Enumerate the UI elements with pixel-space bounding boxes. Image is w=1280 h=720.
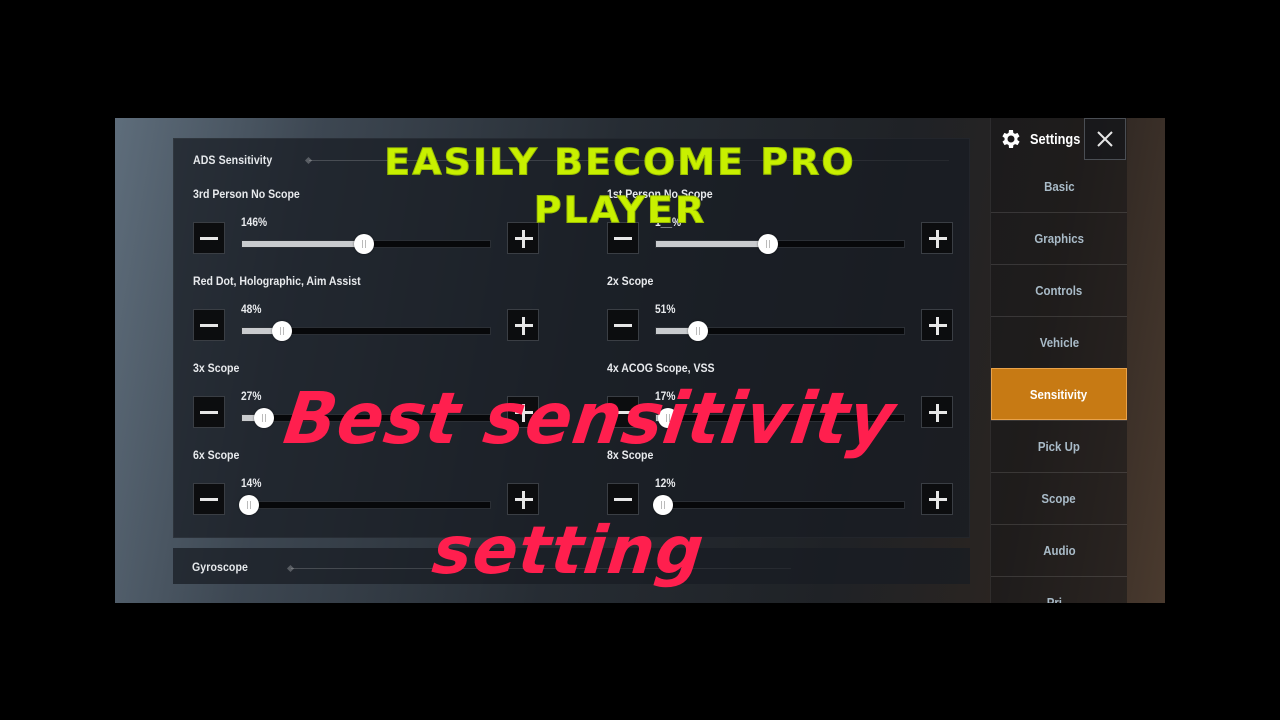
sensitivity-slider[interactable] [241, 321, 491, 341]
minus-icon [200, 410, 218, 414]
sidebar-item-pri[interactable]: Pri... [991, 576, 1127, 603]
sidebar-item-audio[interactable]: Audio [991, 524, 1127, 576]
minus-icon [200, 323, 218, 327]
sensitivity-slider[interactable] [239, 495, 491, 515]
setting-value: 12% [655, 476, 676, 490]
overlay-headline-line1: EASILY BECOME PRO [384, 141, 856, 184]
slider-thumb[interactable] [688, 321, 709, 341]
sidebar-item-basic[interactable]: Basic [991, 160, 1127, 212]
close-icon [1097, 131, 1113, 147]
slider-thumb[interactable] [239, 495, 260, 515]
sidebar-item-label: Scope [1041, 491, 1077, 506]
sidebar-item-label: Graphics [1034, 231, 1084, 246]
settings-sidebar: Settings Basic Graphics Controls Vehicle Sen… [990, 118, 1127, 603]
increase-button[interactable] [507, 309, 539, 341]
sidebar-item-label: Pri... [1046, 595, 1072, 603]
minus-icon [614, 323, 632, 327]
increase-button[interactable] [507, 483, 539, 515]
increase-button[interactable] [921, 483, 953, 515]
settings-title: Settings [1030, 131, 1081, 148]
slider-fill [656, 241, 768, 247]
decrease-button[interactable] [193, 222, 225, 254]
setting-value: 14% [241, 476, 262, 490]
slider-thumb[interactable] [254, 408, 275, 428]
minus-icon [614, 236, 632, 240]
settings-nav: Basic Graphics Controls Vehicle Sensitivity P… [991, 160, 1127, 603]
sidebar-item-sensitivity[interactable]: Sensitivity [991, 368, 1127, 420]
increase-button[interactable] [921, 396, 953, 428]
gear-icon [1002, 130, 1020, 148]
sidebar-item-vehicle[interactable]: Vehicle [991, 316, 1127, 368]
game-settings-screen: ADS Sensitivity 3rd Person No Scope 146% 1… [115, 118, 1165, 603]
slider-thumb[interactable] [757, 234, 778, 254]
section-title-ads: ADS Sensitivity [193, 153, 273, 167]
minus-icon [614, 497, 632, 501]
setting-value: 27% [241, 389, 262, 403]
minus-icon [200, 497, 218, 501]
sidebar-item-label: Audio [1042, 543, 1076, 558]
setting-label: 2x Scope [607, 274, 654, 288]
minus-icon [200, 236, 218, 240]
sidebar-item-label: Controls [1035, 283, 1083, 298]
setting-label: Red Dot, Holographic, Aim Assist [193, 274, 361, 288]
sidebar-item-label: Pick Up [1038, 439, 1080, 454]
setting-label: 3x Scope [193, 361, 240, 375]
setting-value: 48% [241, 302, 262, 316]
decrease-button[interactable] [607, 309, 639, 341]
setting-label: 6x Scope [193, 448, 240, 462]
sensitivity-slider[interactable] [241, 234, 491, 254]
decrease-button[interactable] [193, 483, 225, 515]
slider-fill [242, 241, 364, 247]
sensitivity-slider[interactable] [655, 321, 905, 341]
slider-thumb[interactable] [353, 234, 374, 254]
sensitivity-slider[interactable] [655, 234, 905, 254]
increase-button[interactable] [921, 309, 953, 341]
overlay-caption-line1: Best sensitivity [279, 378, 901, 461]
sidebar-item-controls[interactable]: Controls [991, 264, 1127, 316]
sensitivity-slider[interactable] [653, 495, 905, 515]
setting-value: 51% [655, 302, 676, 316]
sensitivity-setting: Red Dot, Holographic, Aim Assist 48% [193, 274, 543, 354]
sidebar-item-label: Basic [1043, 178, 1075, 194]
close-button[interactable] [1084, 118, 1126, 160]
sidebar-item-label: Vehicle [1039, 335, 1079, 350]
sidebar-item-label: Sensitivity [1030, 386, 1088, 402]
slider-thumb[interactable] [271, 321, 292, 341]
overlay-headline-line2: PLAYER [533, 189, 707, 232]
sidebar-item-scope[interactable]: Scope [991, 472, 1127, 524]
overlay-caption-line2: setting [428, 512, 709, 589]
decrease-button[interactable] [607, 483, 639, 515]
increase-button[interactable] [921, 222, 953, 254]
decrease-button[interactable] [193, 396, 225, 428]
setting-label: 3rd Person No Scope [193, 187, 300, 201]
sidebar-item-pick-up[interactable]: Pick Up [991, 420, 1127, 472]
setting-label: 4x ACOG Scope, VSS [607, 361, 715, 375]
section-title-gyroscope: Gyroscope [192, 560, 248, 574]
sensitivity-setting: 2x Scope 51% [607, 274, 957, 354]
sidebar-item-graphics[interactable]: Graphics [991, 212, 1127, 264]
decrease-button[interactable] [193, 309, 225, 341]
setting-value: 146% [241, 215, 268, 229]
